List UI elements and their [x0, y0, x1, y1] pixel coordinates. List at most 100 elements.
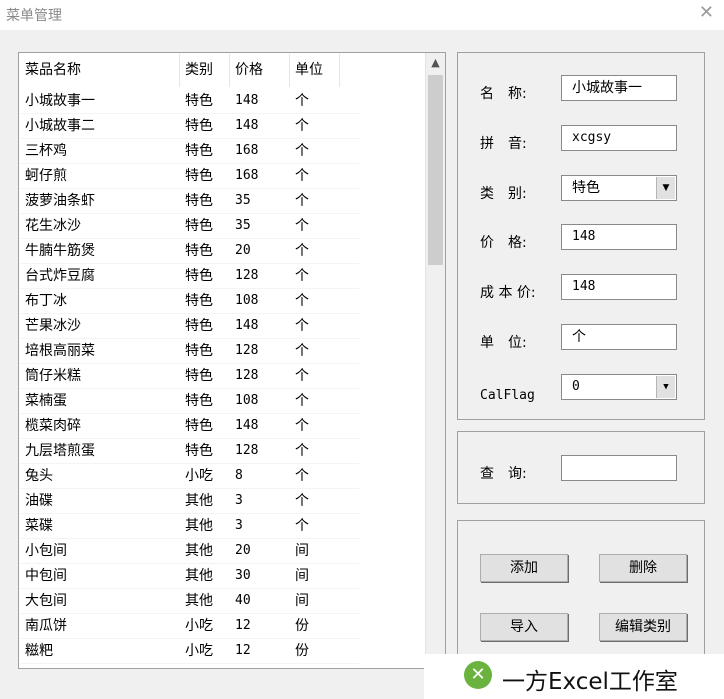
table-row[interactable]: 糍粑 小吃 12 份: [20, 639, 359, 664]
chevron-down-icon[interactable]: ▼: [656, 177, 675, 199]
cell-unit: 个: [295, 243, 309, 259]
cell-unit: 个: [295, 393, 309, 409]
cell-unit: 个: [295, 418, 309, 434]
cell-name: 糍粑: [25, 643, 53, 659]
column-header-unit[interactable]: 单位: [290, 54, 340, 87]
table-row[interactable]: 花生冰沙 特色 35 个: [20, 214, 359, 239]
table-row[interactable]: 菜碟 其他 3 个: [20, 514, 359, 539]
cell-unit: 个: [295, 368, 309, 384]
table-row[interactable]: 菠萝油条虾 特色 35 个: [20, 189, 359, 214]
query-input[interactable]: [561, 455, 677, 481]
table-row[interactable]: 培根高丽菜 特色 128 个: [20, 339, 359, 364]
calflag-select[interactable]: 0 ▼: [561, 374, 677, 400]
table-row[interactable]: 九层塔煎蛋 特色 128 个: [20, 439, 359, 464]
table-row[interactable]: 油碟 其他 3 个: [20, 489, 359, 514]
table-row[interactable]: 苕饼小吃12份: [20, 664, 359, 668]
cell-name: 芒果冰沙: [25, 318, 81, 334]
cell-unit: 个: [295, 518, 309, 534]
table-row[interactable]: 筒仔米糕 特色 128 个: [20, 364, 359, 389]
cell-name: 九层塔煎蛋: [25, 443, 95, 459]
cell-category: 其他: [185, 568, 213, 584]
cell-category: 特色: [185, 243, 213, 259]
cell-price: 20: [235, 543, 251, 558]
cell-price: 128: [235, 268, 259, 283]
cell-price: 20: [235, 243, 251, 258]
cell-category: 特色: [185, 218, 213, 234]
cell-price: 12: [235, 618, 251, 633]
edit-category-button[interactable]: 编辑类别: [599, 613, 687, 641]
cell-price: 108: [235, 293, 259, 308]
cell-category: 特色: [185, 418, 213, 434]
chevron-down-icon[interactable]: ▼: [656, 376, 675, 398]
cell-price: 30: [235, 568, 251, 583]
cell-price: 148: [235, 318, 259, 333]
watermark-text: 一方Excel工作室: [502, 669, 678, 695]
table-row[interactable]: 菜楠蛋 特色 108 个: [20, 389, 359, 414]
excel-logo-icon: ✕: [464, 661, 492, 689]
import-button[interactable]: 导入: [480, 613, 568, 641]
title-bar: 菜单管理 ✕: [0, 0, 724, 30]
table-row[interactable]: 中包间 其他 30 间: [20, 564, 359, 589]
table-row[interactable]: 兔头 小吃 8 个: [20, 464, 359, 489]
cell-name: 菜楠蛋: [25, 393, 67, 409]
table-row[interactable]: 三杯鸡 特色 168 个: [20, 139, 359, 164]
cell-price: 12: [230, 664, 290, 668]
cell-unit: 个: [295, 443, 309, 459]
cell-name: 苕饼: [20, 664, 180, 668]
cell-unit: 个: [295, 168, 309, 184]
table-row[interactable]: 小包间 其他 20 间: [20, 539, 359, 564]
delete-button[interactable]: 删除: [599, 554, 687, 582]
add-button[interactable]: 添加: [480, 554, 568, 582]
list-header: 菜品名称 类别 价格 单位: [20, 54, 358, 87]
cell-category: 特色: [185, 168, 213, 184]
cell-category: 特色: [185, 143, 213, 159]
category-label: 类 别:: [480, 186, 527, 202]
unit-field[interactable]: 个: [561, 324, 677, 350]
cell-unit: 个: [295, 343, 309, 359]
column-header-price[interactable]: 价格: [230, 54, 290, 87]
scrollbar-thumb[interactable]: [428, 75, 443, 265]
price-field[interactable]: 148: [561, 224, 677, 250]
cell-unit: 个: [295, 193, 309, 209]
cell-name: 花生冰沙: [25, 218, 81, 234]
table-row[interactable]: 小城故事一 特色 148 个: [20, 89, 359, 114]
cell-unit: 个: [295, 118, 309, 134]
cell-unit: 个: [295, 268, 309, 284]
table-row[interactable]: 大包间 其他 40 间: [20, 589, 359, 614]
cost-field[interactable]: 148: [561, 274, 677, 300]
category-select[interactable]: 特色 ▼: [561, 175, 677, 201]
vertical-scrollbar[interactable]: ▲: [425, 53, 445, 668]
cell-price: 148: [235, 418, 259, 433]
cell-price: 40: [235, 593, 251, 608]
cost-label: 成 本 价:: [480, 285, 536, 301]
name-field[interactable]: 小城故事一: [561, 75, 677, 101]
table-row[interactable]: 牛腩牛筋煲 特色 20 个: [20, 239, 359, 264]
cell-name: 三杯鸡: [25, 143, 67, 159]
list-rows: 小城故事一 特色 148 个小城故事二 特色 148 个三杯鸡 特色 168 个蚵仔煎 特色 168 个…: [20, 89, 359, 668]
cell-price: 3: [235, 493, 243, 508]
cell-price: 168: [235, 143, 259, 158]
table-row[interactable]: 台式炸豆腐 特色 128 个: [20, 264, 359, 289]
cell-unit: 个: [295, 218, 309, 234]
scroll-up-icon[interactable]: ▲: [426, 53, 445, 73]
cell-category: 其他: [185, 493, 213, 509]
table-row[interactable]: 蚵仔煎 特色 168 个: [20, 164, 359, 189]
cell-category: 小吃: [185, 643, 213, 659]
cell-unit: 间: [295, 593, 309, 609]
table-row[interactable]: 芒果冰沙 特色 148 个: [20, 314, 359, 339]
cell-category: 特色: [185, 443, 213, 459]
cell-name: 蚵仔煎: [25, 168, 67, 184]
table-row[interactable]: 小城故事二 特色 148 个: [20, 114, 359, 139]
column-header-category[interactable]: 类别: [180, 54, 230, 87]
cell-name: 菜碟: [25, 518, 53, 534]
pinyin-field[interactable]: xcgsy: [561, 125, 677, 151]
close-icon[interactable]: ✕: [699, 2, 714, 23]
column-header-name[interactable]: 菜品名称: [20, 54, 180, 87]
table-row[interactable]: 榄菜肉碎 特色 148 个: [20, 414, 359, 439]
table-row[interactable]: 布丁冰 特色 108 个: [20, 289, 359, 314]
menu-list[interactable]: 菜品名称 类别 价格 单位 小城故事一 特色 148 个小城故事二 特色 148 个三杯鸡特…: [18, 52, 446, 669]
cell-category: 特色: [185, 293, 213, 309]
cell-name: 油碟: [25, 493, 53, 509]
cell-unit: 间: [295, 568, 309, 584]
table-row[interactable]: 南瓜饼 小吃 12 份: [20, 614, 359, 639]
